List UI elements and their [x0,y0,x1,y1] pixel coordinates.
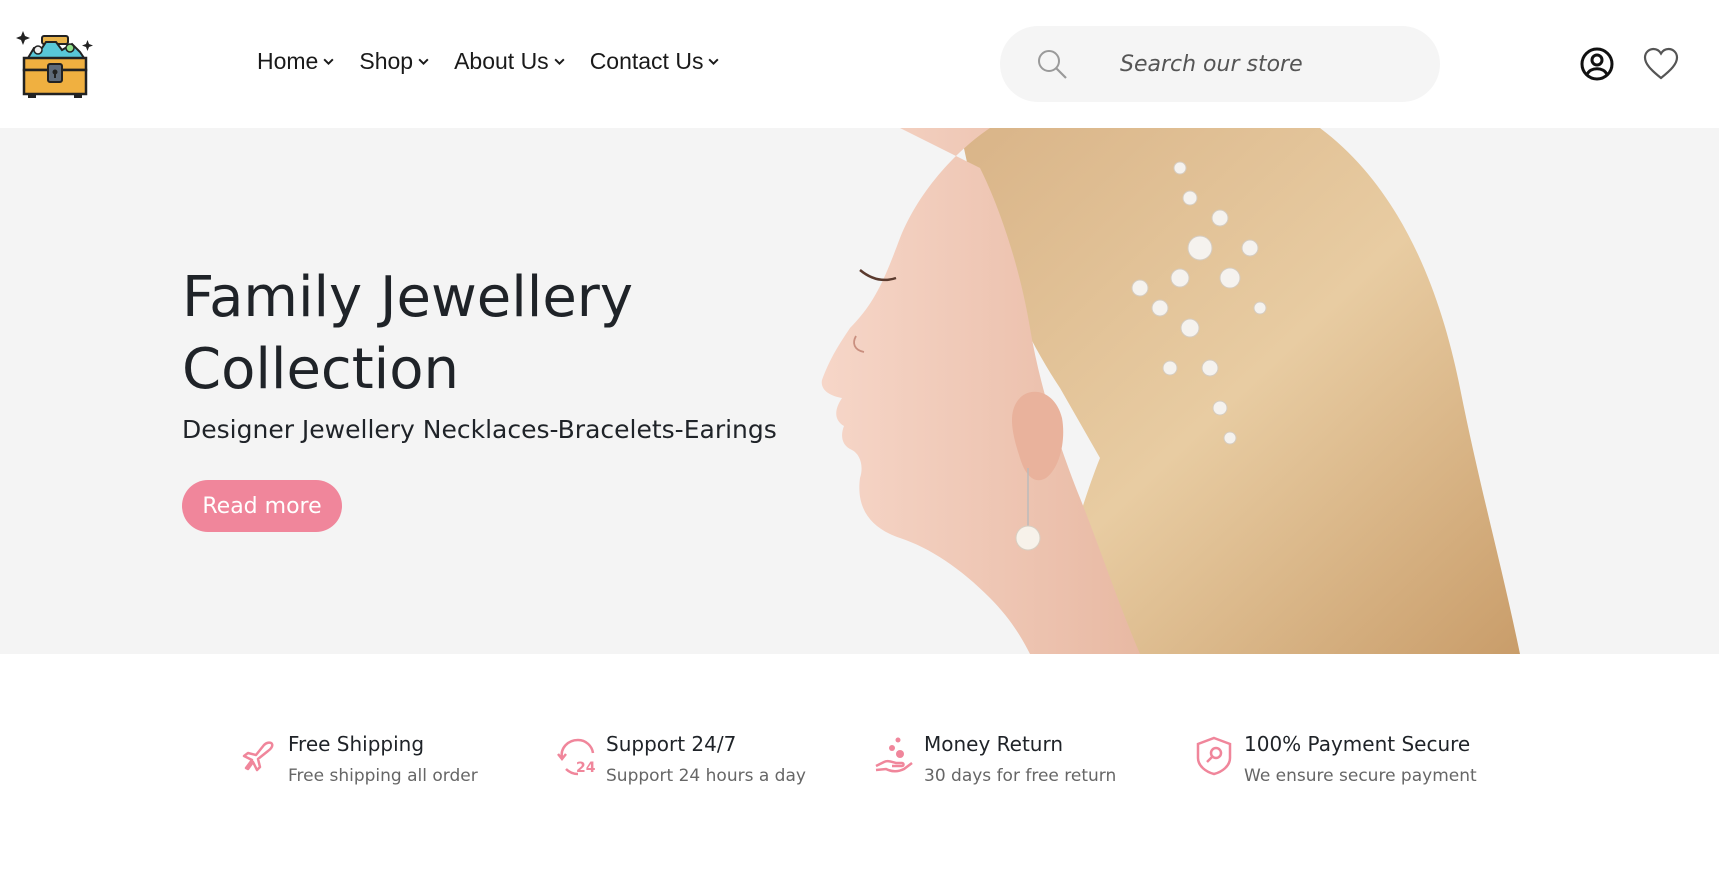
nav-item-about-us[interactable]: About Us [454,48,566,75]
nav-item-label: Contact Us [589,48,704,74]
chevron-down-icon [323,58,334,66]
search-input[interactable] [1120,44,1420,84]
store-logo[interactable] [16,28,94,100]
secure-payment-icon [1196,736,1232,776]
feature-description: Support 24 hours a day [606,766,806,786]
chevron-down-icon [418,58,429,66]
feature-title: Money Return [924,732,1064,756]
site-header: Home Shop About Us Contact Us [0,0,1719,128]
search-icon[interactable] [1036,48,1068,80]
hero-title: Family Jewellery Collection [182,265,633,402]
feature-description: 30 days for free return [924,766,1117,786]
treasure-chest-icon [16,31,93,98]
nav-item-label: Home [257,48,319,74]
nav-item-label: Shop [359,48,414,74]
chevron-down-icon [708,58,719,66]
airplane-icon [242,741,274,772]
feature-description: We ensure secure payment [1244,766,1477,786]
nav-item-label: About Us [454,48,549,74]
feature-title: Free Shipping [288,732,425,756]
hero-subtitle: Designer Jewellery Necklaces-Bracelets-E… [182,415,777,444]
heart-icon[interactable] [1643,47,1679,81]
hero-banner: Family Jewellery Collection Designer Jew… [0,128,1719,654]
chevron-down-icon [554,58,565,66]
feature-title: Support 24/7 [606,732,737,756]
hero-model-image [821,128,1520,654]
nav-item-home[interactable]: Home [257,48,335,75]
feature-description: Free shipping all order [288,766,478,786]
main-nav: Home Shop About Us Contact Us [257,48,744,75]
feature-title: 100% Payment Secure [1244,732,1471,756]
search-bar [1000,26,1440,102]
nav-item-contact-us[interactable]: Contact Us [590,48,721,75]
money-return-icon [875,737,913,773]
support-24-icon: 24 [557,738,596,776]
svg-text:24: 24 [576,760,596,776]
features-strip: Free Shipping Free shipping all order 24… [0,654,1719,877]
read-more-button[interactable]: Read more [182,480,342,532]
account-icon[interactable] [1580,47,1614,81]
nav-item-shop[interactable]: Shop [359,48,430,75]
